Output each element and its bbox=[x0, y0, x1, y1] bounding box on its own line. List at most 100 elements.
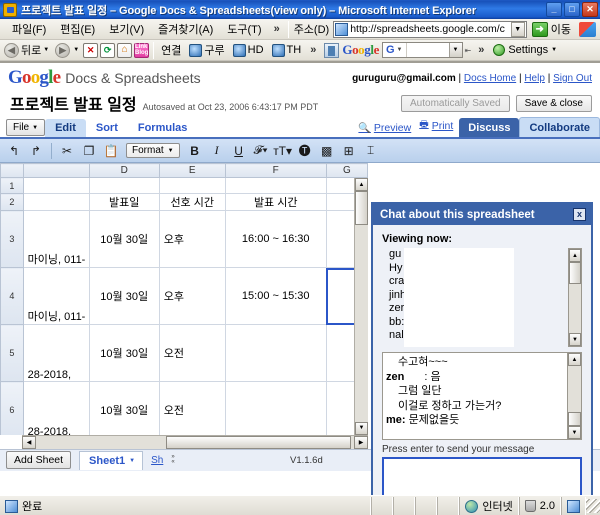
scroll-track[interactable] bbox=[355, 225, 368, 422]
font-icon[interactable]: 𝓕▾ bbox=[251, 141, 271, 160]
maximize-button[interactable]: □ bbox=[564, 2, 580, 17]
address-bar[interactable]: http://spreadsheets.google.com/c ▼ bbox=[333, 20, 527, 38]
cell[interactable]: 10월 30일 bbox=[88, 324, 160, 382]
tab-edit[interactable]: Edit bbox=[45, 119, 86, 137]
google-toolbar-icon[interactable] bbox=[324, 42, 340, 58]
redo-icon[interactable]: ↱ bbox=[26, 141, 46, 160]
tab-formulas[interactable]: Formulas bbox=[128, 119, 198, 137]
copy-icon[interactable]: ❐ bbox=[79, 141, 99, 160]
cell[interactable]: 10월 30일 bbox=[88, 381, 160, 435]
bookmark-guru[interactable]: 구루 bbox=[185, 42, 228, 58]
gbar-overflow-icon[interactable]: » bbox=[473, 44, 489, 56]
settings-button[interactable]: Settings ▼ bbox=[489, 44, 561, 56]
counter-cell[interactable]: 2.0 bbox=[518, 496, 561, 515]
linkblog-icon[interactable]: Link Blog bbox=[134, 42, 150, 58]
scroll-down-icon[interactable]: ▼ bbox=[355, 421, 368, 435]
align-icon[interactable]: ⌶ bbox=[361, 141, 381, 160]
cell[interactable]: 10월 30일 bbox=[88, 267, 160, 325]
row-header[interactable]: 3 bbox=[0, 210, 24, 268]
tab-discuss[interactable]: Discuss bbox=[459, 118, 520, 137]
extension-cell[interactable] bbox=[561, 496, 586, 515]
row-header[interactable]: 2 bbox=[0, 193, 24, 211]
cell[interactable]: 마이닝, 011- bbox=[22, 267, 90, 325]
menu-file[interactable]: 파일(F) bbox=[5, 20, 53, 38]
cell[interactable]: 16:00 ~ 16:30 bbox=[224, 210, 327, 268]
google-scope-select[interactable]: G ▼ bbox=[383, 43, 407, 57]
cell[interactable] bbox=[224, 324, 327, 382]
corner-cell[interactable] bbox=[0, 163, 24, 178]
bookmark-hd[interactable]: HD bbox=[229, 43, 268, 57]
menu-view[interactable]: 보기(V) bbox=[102, 20, 151, 38]
undo-icon[interactable]: ↰ bbox=[4, 141, 24, 160]
scroll-thumb[interactable] bbox=[569, 262, 581, 284]
column-header-e[interactable]: E bbox=[158, 163, 226, 178]
sign-out-link[interactable]: Sign Out bbox=[553, 73, 592, 84]
chevron-down-icon[interactable]: ▼ bbox=[510, 21, 525, 37]
scroll-track[interactable] bbox=[568, 366, 581, 412]
preview-link[interactable]: 🔍 Preview bbox=[356, 119, 417, 137]
file-menu-button[interactable]: File ▼ bbox=[6, 119, 46, 136]
security-zone[interactable]: 인터넷 bbox=[459, 496, 519, 515]
column-header-g[interactable]: G bbox=[325, 163, 369, 178]
sheet-more-link[interactable]: Sh bbox=[151, 455, 163, 466]
refresh-icon[interactable]: ⟳ bbox=[100, 42, 116, 58]
row-header[interactable]: 4 bbox=[0, 267, 24, 325]
sheet-scroll-arrows-icon[interactable]: » « bbox=[171, 454, 174, 465]
cut-icon[interactable]: ✂ bbox=[57, 141, 77, 160]
scroll-left-icon[interactable]: ◀ bbox=[22, 435, 36, 449]
save-close-button[interactable]: Save & close bbox=[515, 94, 592, 112]
google-search-box[interactable]: G ▼ ▼ bbox=[381, 42, 463, 58]
toolbar-overflow-icon[interactable]: » bbox=[305, 44, 321, 56]
help-link[interactable]: Help bbox=[524, 73, 545, 84]
google-search-input[interactable] bbox=[407, 43, 449, 57]
sheet-tab-sheet1[interactable]: Sheet1 ▼ bbox=[79, 450, 144, 470]
tab-collaborate[interactable]: Collaborate bbox=[519, 117, 600, 137]
cell[interactable]: 오후 bbox=[158, 267, 226, 325]
column-header-c[interactable] bbox=[22, 163, 90, 178]
cell[interactable]: 발표 시간 bbox=[224, 193, 327, 211]
tab-sort[interactable]: Sort bbox=[86, 119, 128, 137]
cell[interactable] bbox=[22, 193, 90, 211]
text-color-icon[interactable]: 🅣 bbox=[295, 141, 315, 160]
scroll-down-icon[interactable]: ▼ bbox=[569, 333, 581, 346]
borders-icon[interactable]: ⊞ bbox=[339, 141, 359, 160]
chevron-down-icon[interactable]: ▼ bbox=[448, 43, 462, 57]
scroll-down-icon[interactable]: ▼ bbox=[568, 426, 581, 439]
scroll-thumb[interactable] bbox=[355, 191, 368, 225]
cell[interactable] bbox=[88, 177, 160, 194]
menu-tools[interactable]: 도구(T) bbox=[220, 20, 268, 38]
menu-favorites[interactable]: 즐겨찾기(A) bbox=[151, 20, 220, 38]
cell[interactable]: 10월 30일 bbox=[88, 210, 160, 268]
fill-color-icon[interactable]: ▩ bbox=[317, 141, 337, 160]
chat-scrollbar[interactable]: ▲ ▼ bbox=[567, 353, 581, 439]
go-button[interactable]: ➜ 이동 bbox=[527, 21, 576, 37]
column-header-f[interactable]: F bbox=[224, 163, 327, 178]
close-button[interactable]: ✕ bbox=[582, 2, 598, 17]
viewers-scrollbar[interactable]: ▲ ▼ bbox=[568, 248, 582, 347]
cell[interactable]: 발표일 bbox=[88, 193, 160, 211]
add-sheet-button[interactable]: Add Sheet bbox=[6, 451, 72, 470]
font-size-icon[interactable]: ᴛT▾ bbox=[273, 141, 293, 160]
resize-grip-icon[interactable] bbox=[586, 499, 600, 513]
scroll-up-icon[interactable]: ▲ bbox=[569, 249, 581, 262]
cell[interactable]: 28-2018, bbox=[22, 324, 90, 382]
scroll-thumb[interactable] bbox=[166, 435, 351, 449]
scroll-track[interactable] bbox=[36, 435, 354, 449]
stop-icon[interactable]: ✕ bbox=[83, 42, 99, 58]
scroll-right-icon[interactable]: ▶ bbox=[354, 435, 368, 449]
grid-horizontal-scrollbar[interactable]: ◀ ▶ bbox=[22, 434, 368, 449]
scroll-track[interactable] bbox=[569, 284, 581, 333]
bookmark-th[interactable]: TH bbox=[268, 43, 306, 57]
bold-icon[interactable]: B bbox=[185, 141, 205, 160]
forward-button[interactable]: ▶ ▼ bbox=[52, 42, 82, 58]
home-icon[interactable]: ⌂ bbox=[117, 42, 133, 58]
cell[interactable]: 15:00 ~ 15:30 bbox=[224, 267, 327, 325]
menu-edit[interactable]: 편집(E) bbox=[53, 20, 102, 38]
row-header[interactable]: 1 bbox=[0, 177, 24, 194]
cell[interactable]: 마이닝, 011- bbox=[22, 210, 90, 268]
row-header[interactable]: 6 bbox=[0, 381, 24, 435]
column-header-d[interactable]: D bbox=[88, 163, 160, 178]
row-header[interactable]: 5 bbox=[0, 324, 24, 382]
paste-icon[interactable]: 📋 bbox=[101, 141, 121, 160]
cell[interactable]: 오후 bbox=[158, 210, 226, 268]
